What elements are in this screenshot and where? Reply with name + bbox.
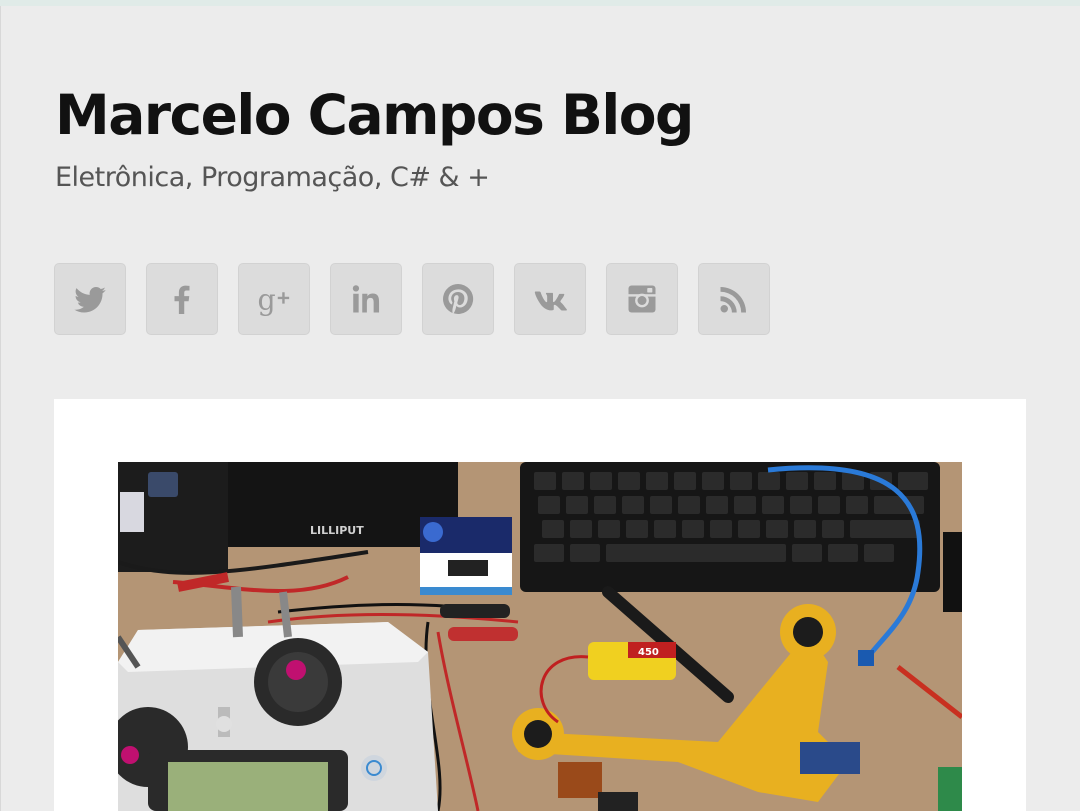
battery-label: 450 bbox=[638, 647, 659, 658]
site-title[interactable]: Marcelo Campos Blog bbox=[55, 78, 694, 152]
twitter-icon bbox=[74, 287, 106, 313]
google-plus-link[interactable]: g bbox=[238, 263, 310, 335]
facebook-link[interactable] bbox=[146, 263, 218, 335]
linkedin-link[interactable] bbox=[330, 263, 402, 335]
vk-link[interactable] bbox=[514, 263, 586, 335]
site-description: Eletrônica, Programação, C# & + bbox=[55, 162, 490, 193]
rss-link[interactable] bbox=[698, 263, 770, 335]
left-border bbox=[0, 6, 1, 811]
post-featured-image[interactable]: LILLIPUT 450 bbox=[118, 462, 962, 811]
top-border bbox=[0, 0, 1080, 6]
google-plus-icon: g bbox=[258, 284, 290, 317]
twitter-link[interactable] bbox=[54, 263, 126, 335]
facebook-icon bbox=[174, 285, 190, 314]
svg-text:g: g bbox=[258, 284, 276, 317]
monitor-label: LILLIPUT bbox=[310, 524, 364, 537]
instagram-icon bbox=[628, 285, 656, 313]
social-links: g bbox=[54, 263, 770, 335]
post-card: LILLIPUT 450 bbox=[54, 399, 1026, 811]
pinterest-link[interactable] bbox=[422, 263, 494, 335]
pinterest-icon bbox=[443, 283, 474, 314]
linkedin-icon bbox=[352, 285, 380, 313]
instagram-link[interactable] bbox=[606, 263, 678, 335]
vk-icon bbox=[534, 291, 567, 311]
rss-icon bbox=[720, 287, 746, 313]
